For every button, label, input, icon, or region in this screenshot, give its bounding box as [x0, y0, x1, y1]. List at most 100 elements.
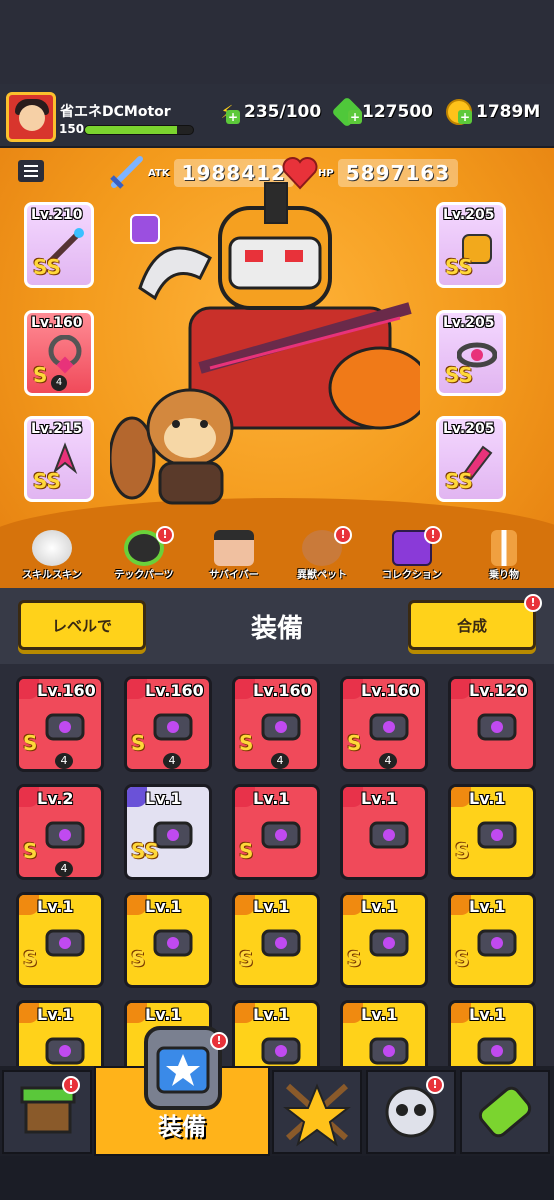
feature-tech-parts[interactable]: テックパーツ !	[104, 526, 184, 581]
item-level: Lv.1	[145, 789, 182, 808]
inventory-item[interactable]: Lv.1	[16, 1000, 104, 1070]
item-rank: S	[347, 947, 362, 971]
item-level: Lv.1	[37, 897, 74, 916]
inventory-item[interactable]: Lv.1	[448, 1000, 536, 1070]
equipped-weapon-slot[interactable]: Lv.210 SS	[24, 202, 94, 288]
item-level: Lv.160	[361, 681, 420, 700]
slot-level: Lv.160	[31, 315, 83, 331]
inventory-item[interactable]: Lv.1	[340, 1000, 428, 1070]
item-type-icon	[343, 679, 363, 699]
item-level: Lv.1	[361, 789, 398, 808]
target-icon[interactable]	[130, 214, 160, 244]
inventory-item[interactable]: Lv.1 S	[340, 892, 428, 988]
feature-vehicle[interactable]: 乗り物	[464, 530, 544, 581]
equipped-boots-slot[interactable]: Lv.205 SS	[436, 416, 506, 502]
slot-level: Lv.205	[443, 207, 495, 223]
item-rank: S	[23, 947, 38, 971]
feature-label: 乗り物	[489, 570, 519, 581]
inventory-item[interactable]: Lv.2 S 4	[16, 784, 104, 880]
equipment-icon	[261, 1037, 301, 1065]
energy-resource[interactable]: ⚡ + 235/100	[214, 98, 321, 126]
inventory-grid: Lv.160 S 4 Lv.160 S 4 Lv.160 S 4 Lv.160 S 4 Lv.120 Lv…	[0, 664, 554, 1070]
feature-label: 異獣ペット	[297, 570, 347, 581]
item-level: Lv.160	[37, 681, 96, 700]
alert-badge: !	[210, 1032, 228, 1050]
slot-rank: SS	[445, 255, 473, 279]
item-type-icon	[451, 1003, 471, 1023]
bottom-nav: ! 装備 ! !	[0, 1026, 554, 1156]
inventory-item[interactable]: Lv.1 S	[124, 892, 212, 988]
item-rank: S	[23, 731, 38, 755]
feature-pets[interactable]: 異獣ペット !	[282, 526, 362, 581]
gem-resource[interactable]: + 127500	[331, 96, 433, 128]
feature-label: サバイバー	[209, 570, 259, 581]
item-level: Lv.1	[469, 789, 506, 808]
inventory-item[interactable]: Lv.1	[340, 784, 428, 880]
equipped-necklace-slot[interactable]: Lv.160 S 4	[24, 310, 94, 396]
avatar[interactable]	[6, 92, 56, 142]
sort-by-level-button[interactable]: レベルで	[18, 600, 146, 650]
feature-label: テックパーツ	[114, 570, 174, 581]
equipment-icon	[477, 929, 517, 957]
slot-rank: SS	[33, 255, 61, 279]
inventory-item[interactable]: Lv.1 S	[232, 892, 320, 988]
page-title: 装備	[250, 614, 303, 644]
inventory-item[interactable]: Lv.160 S 4	[16, 676, 104, 772]
add-coin-icon[interactable]: +	[458, 110, 472, 124]
inventory-item[interactable]: Lv.1	[232, 1000, 320, 1070]
feature-label: コレクション	[382, 570, 442, 581]
inventory-item[interactable]: Lv.160 S 4	[124, 676, 212, 772]
nav-battle[interactable]	[272, 1070, 362, 1154]
feature-collection[interactable]: コレクション !	[372, 526, 452, 581]
slot-rank: S	[33, 363, 48, 387]
inventory-item[interactable]: Lv.120	[448, 676, 536, 772]
slot-rank: SS	[445, 363, 473, 387]
inventory-item[interactable]: Lv.160 S 4	[340, 676, 428, 772]
item-type-icon	[19, 679, 39, 699]
equipment-controls: レベルで 装備 合成 !	[0, 588, 554, 664]
inventory-item[interactable]: Lv.1 S	[232, 784, 320, 880]
alert-badge: !	[524, 594, 542, 612]
nav-shop[interactable]: !	[2, 1070, 92, 1154]
inventory-item[interactable]: Lv.1 SS	[124, 784, 212, 880]
energy-value: 235/100	[244, 102, 322, 122]
feature-survivor[interactable]: サバイバー	[194, 530, 274, 581]
squirrel-pet[interactable]	[110, 368, 250, 518]
item-rank: S	[131, 731, 146, 755]
star-count: 4	[163, 753, 181, 769]
item-level: Lv.1	[253, 1005, 290, 1024]
list-menu-icon[interactable]	[18, 160, 44, 182]
equipped-gloves-slot[interactable]: Lv.215 SS	[24, 416, 94, 502]
equipment-icon	[45, 821, 85, 849]
add-energy-icon[interactable]: +	[226, 110, 240, 124]
inventory-item[interactable]: Lv.1 S	[16, 892, 104, 988]
equipment-icon	[261, 821, 301, 849]
item-level: Lv.1	[253, 789, 290, 808]
coin-resource[interactable]: + 1789M	[446, 98, 540, 126]
gem-value: 127500	[362, 102, 433, 122]
feature-skill-skin[interactable]: スキルスキン	[12, 530, 92, 581]
inventory-item[interactable]: Lv.160 S 4	[232, 676, 320, 772]
avatar-face	[19, 105, 45, 131]
item-type-icon	[343, 1003, 363, 1023]
nav-challenge[interactable]: !	[366, 1070, 456, 1154]
star-count: 4	[55, 753, 73, 769]
nav-evolution[interactable]	[460, 1070, 550, 1154]
equipment-icon	[369, 929, 409, 957]
item-type-icon	[127, 895, 147, 915]
player-level: 150	[59, 122, 85, 136]
item-type-icon	[235, 895, 255, 915]
star-count: 4	[271, 753, 289, 769]
equipped-belt-slot[interactable]: Lv.205 SS	[436, 310, 506, 396]
inventory-item[interactable]: Lv.1 S	[448, 784, 536, 880]
add-gem-icon[interactable]: +	[348, 110, 362, 124]
slot-level: Lv.215	[31, 421, 83, 437]
item-type-icon	[235, 679, 255, 699]
inventory-item[interactable]: Lv.1 S	[448, 892, 536, 988]
item-rank: S	[23, 839, 38, 863]
feature-bar: スキルスキン テックパーツ ! サバイバー 異獣ペット ! コレクション ! 乗…	[0, 522, 554, 586]
equipment-icon	[369, 1037, 409, 1065]
merge-button[interactable]: 合成	[408, 600, 536, 650]
equipment-icon	[369, 713, 409, 741]
equipped-armor-slot[interactable]: Lv.205 SS	[436, 202, 506, 288]
